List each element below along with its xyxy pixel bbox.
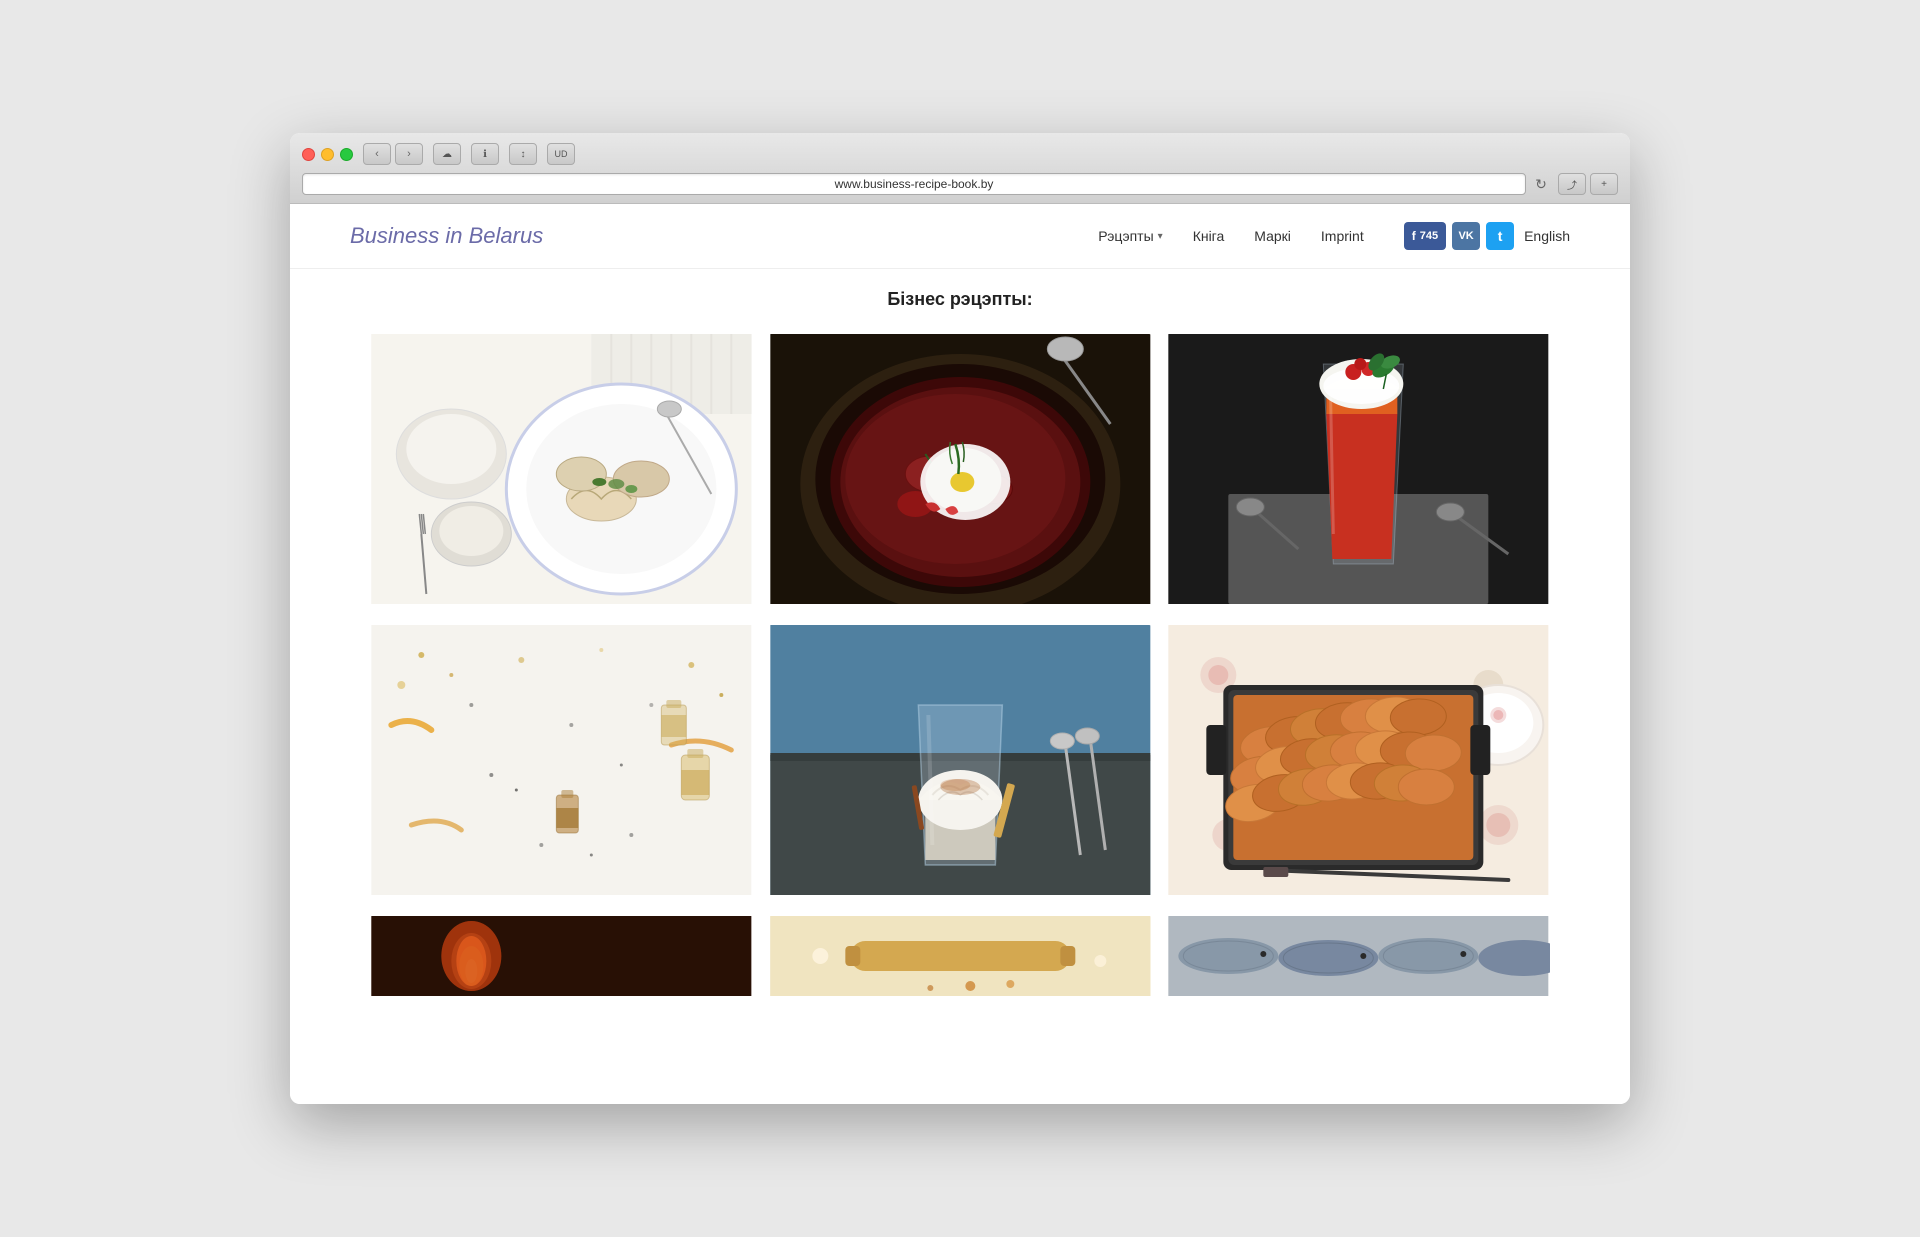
nav-marks[interactable]: Маркі [1254,228,1291,244]
site-logo[interactable]: Business in Belarus [350,223,543,249]
share-button[interactable]: ↕ [509,143,537,165]
facebook-button[interactable]: f 745 [1404,222,1446,250]
browser-chrome: ‹ › ☁ ℹ ↕ UD www.business-recipe-book.by… [290,133,1630,204]
maximize-button[interactable] [340,148,353,161]
facebook-count: 745 [1420,230,1438,242]
main-content: Бізнес рэцэпты: [290,269,1630,1041]
recipe-image-4 [370,625,753,895]
url-text: www.business-recipe-book.by [835,177,994,191]
navigation-buttons: ‹ › [363,143,423,165]
recipe-card-9[interactable] [1167,916,1550,1001]
nav-book[interactable]: Кніга [1193,228,1225,244]
recipe-image-1 [370,334,753,604]
browser-window: ‹ › ☁ ℹ ↕ UD www.business-recipe-book.by… [290,133,1630,1104]
recipe-card-8[interactable] [769,916,1152,1001]
recipe-image-9 [1167,916,1550,996]
traffic-lights [302,148,353,161]
recipe-card-3[interactable] [1167,334,1550,609]
forward-button[interactable]: › [395,143,423,165]
vk-button[interactable]: VK [1452,222,1480,250]
recipe-grid [370,334,1550,1001]
recipe-card-2[interactable] [769,334,1152,609]
language-button[interactable]: English [1524,228,1570,244]
address-bar-container: www.business-recipe-book.by ↻ [302,173,1552,195]
recipe-card-4[interactable] [370,625,753,900]
recipe-card-1[interactable] [370,334,753,609]
page-title: Бізнес рэцэпты: [370,289,1550,310]
address-bar[interactable]: www.business-recipe-book.by [302,173,1526,195]
twitter-button[interactable]: t [1486,222,1514,250]
new-tab-button[interactable]: + [1590,173,1618,195]
site-nav: Рэцэпты ▾ Кніга Маркі Imprint [1098,228,1363,244]
toolbar-right: ⤴ + [1558,173,1618,195]
share-toolbar-button[interactable]: ⤴ [1558,173,1586,195]
recipe-image-7 [370,916,753,996]
site-header: Business in Belarus Рэцэпты ▾ Кніга Марк… [290,204,1630,269]
recipe-card-5[interactable] [769,625,1152,900]
nav-recipes-label: Рэцэпты [1098,228,1153,244]
back-button[interactable]: ‹ [363,143,391,165]
browser-titlebar: ‹ › ☁ ℹ ↕ UD [302,143,1618,165]
recipe-card-7[interactable] [370,916,753,1001]
nav-recipes[interactable]: Рэцэпты ▾ [1098,228,1162,244]
recipe-image-2 [769,334,1152,604]
recipe-image-3 [1167,334,1550,604]
nav-imprint[interactable]: Imprint [1321,228,1364,244]
facebook-icon: f [1412,229,1416,243]
recipe-image-5 [769,625,1152,895]
social-buttons: f 745 VK t [1404,222,1514,250]
recipe-image-6 [1167,625,1550,895]
vk-icon: VK [1458,230,1473,242]
info-button[interactable]: ℹ [471,143,499,165]
up-button[interactable]: UD [547,143,575,165]
website-content: Business in Belarus Рэцэпты ▾ Кніга Марк… [290,204,1630,1104]
chevron-down-icon: ▾ [1158,231,1163,242]
twitter-icon: t [1498,228,1503,244]
recipe-card-6[interactable] [1167,625,1550,900]
cloud-button[interactable]: ☁ [433,143,461,165]
browser-toolbar: www.business-recipe-book.by ↻ ⤴ + [302,173,1618,203]
refresh-button[interactable]: ↻ [1530,173,1552,195]
close-button[interactable] [302,148,315,161]
minimize-button[interactable] [321,148,334,161]
recipe-image-8 [769,916,1152,996]
